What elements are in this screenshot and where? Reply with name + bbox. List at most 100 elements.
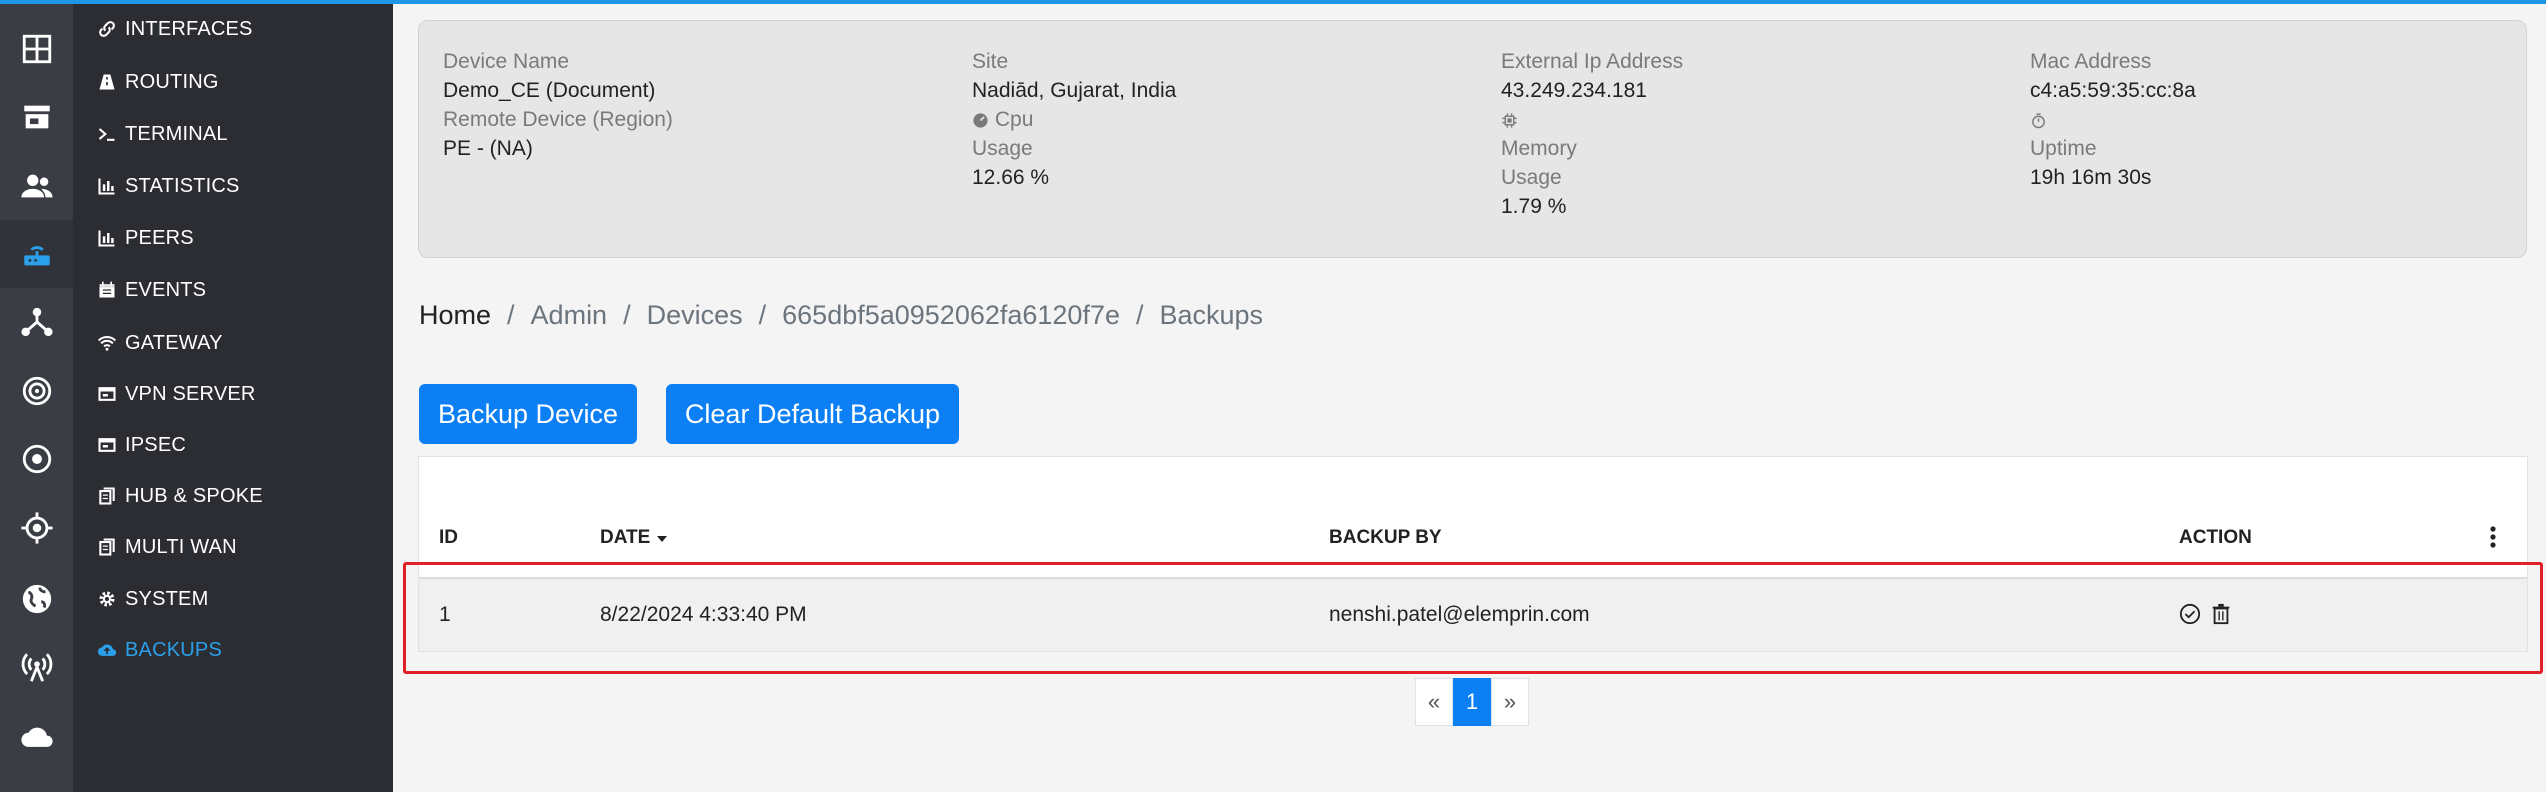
antenna-icon[interactable] bbox=[0, 633, 73, 701]
sidebar-item-label: INTERFACES bbox=[125, 17, 253, 40]
sidebar-item-label: GATEWAY bbox=[125, 331, 223, 354]
sort-desc-icon bbox=[656, 535, 667, 542]
column-header-id: ID bbox=[439, 527, 458, 548]
speedometer-icon bbox=[973, 113, 988, 128]
memory-usage-value: 1.79 % bbox=[1501, 195, 1567, 218]
device-name-value: Demo_CE (Document) bbox=[443, 79, 656, 102]
site-column: Site Nadiād, Gujarat, India Cpu Usage 12… bbox=[972, 47, 1492, 192]
sidebar-item-hub-spoke[interactable]: HUB & SPOKE bbox=[97, 476, 263, 516]
cpu-label: Cpu bbox=[994, 108, 1034, 131]
backup-device-button[interactable]: Backup Device bbox=[419, 384, 637, 444]
sidebar-item-ipsec[interactable]: IPSEC bbox=[97, 425, 186, 465]
sidebar-item-multi-wan[interactable]: MULTI WAN bbox=[97, 527, 237, 567]
pagination-prev[interactable]: « bbox=[1415, 678, 1453, 726]
external-ip-value: 43.249.234.181 bbox=[1501, 79, 1647, 102]
globe-icon[interactable] bbox=[0, 565, 73, 633]
sidebar-item-label: PEERS bbox=[125, 226, 194, 249]
crosshair-icon[interactable] bbox=[0, 494, 73, 562]
link-icon bbox=[99, 21, 115, 37]
terminal-icon bbox=[98, 128, 115, 141]
sidebar-item-label: IPSEC bbox=[125, 433, 187, 456]
external-ip-label: External Ip Address bbox=[1501, 50, 1684, 73]
main-content: Device Name Demo_CE (Document) Remote De… bbox=[393, 0, 2546, 792]
copy-icon bbox=[99, 487, 115, 505]
sidebar-item-statistics[interactable]: STATISTICS bbox=[97, 166, 240, 206]
column-header-date[interactable]: DATE bbox=[600, 527, 668, 549]
calendar-icon bbox=[99, 281, 115, 298]
chart-icon bbox=[98, 178, 115, 195]
top-accent-bar bbox=[0, 0, 2546, 4]
breadcrumb-devices[interactable]: Devices bbox=[647, 300, 743, 331]
breadcrumb-device-id[interactable]: 665dbf5a0952062fa6120f7e bbox=[782, 300, 1120, 331]
column-menu-icon[interactable] bbox=[2489, 525, 2497, 554]
sidebar-item-label: TERMINAL bbox=[125, 122, 228, 145]
clear-default-backup-button[interactable]: Clear Default Backup bbox=[666, 384, 959, 444]
sidebar-item-gateway[interactable]: GATEWAY bbox=[97, 323, 223, 363]
cloud-upload-icon bbox=[97, 644, 117, 656]
breadcrumb-separator: / bbox=[1135, 300, 1144, 330]
remote-device-value: PE - (NA) bbox=[443, 137, 533, 160]
sidebar-item-label: STATISTICS bbox=[125, 174, 240, 197]
sidebar-item-system[interactable]: SYSTEM bbox=[97, 579, 208, 619]
memory-icon-row bbox=[1501, 105, 2021, 134]
sidebar-item-label: SYSTEM bbox=[125, 587, 209, 610]
window-icon bbox=[98, 387, 116, 401]
breadcrumb: Home / Admin / Devices / 665dbf5a0952062… bbox=[419, 300, 1263, 331]
dashboard-icon[interactable] bbox=[0, 15, 73, 83]
breadcrumb-separator: / bbox=[758, 300, 767, 330]
mac-label: Mac Address bbox=[2030, 50, 2152, 73]
cpu-label-row: Cpu bbox=[972, 105, 1492, 134]
sidebar-item-label: HUB & SPOKE bbox=[125, 484, 263, 507]
sidebar-item-label: EVENTS bbox=[125, 278, 207, 301]
column-header-action: ACTION bbox=[2179, 527, 2252, 548]
device-submenu: INTERFACES ROUTING TERMINAL STATISTICS P… bbox=[73, 0, 393, 792]
uptime-label: Uptime bbox=[2030, 137, 2097, 160]
cpu-usage-value: 12.66 % bbox=[972, 166, 1050, 189]
column-header-date-label: DATE bbox=[600, 527, 651, 548]
pagination-page-1[interactable]: 1 bbox=[1453, 678, 1491, 726]
remote-device-label: Remote Device (Region) bbox=[443, 108, 673, 131]
sidebar-item-terminal[interactable]: TERMINAL bbox=[97, 114, 228, 154]
sidebar-item-interfaces[interactable]: INTERFACES bbox=[97, 9, 253, 49]
device-name-label: Device Name bbox=[443, 50, 570, 73]
mac-column: Mac Address c4:a5:59:35:cc:8a Uptime 19h… bbox=[2030, 47, 2546, 192]
sidebar-item-events[interactable]: EVENTS bbox=[97, 270, 206, 310]
icon-rail bbox=[0, 0, 73, 792]
site-value: Nadiād, Gujarat, India bbox=[972, 79, 1177, 102]
sidebar-item-label: BACKUPS bbox=[125, 638, 222, 661]
radar-icon[interactable] bbox=[0, 357, 73, 425]
column-header-backup-by: BACKUP BY bbox=[1329, 527, 1442, 548]
site-label: Site bbox=[972, 50, 1009, 73]
copy-icon bbox=[99, 538, 115, 556]
breadcrumb-separator: / bbox=[507, 300, 515, 330]
pagination-next[interactable]: » bbox=[1491, 678, 1529, 726]
sidebar-item-label: MULTI WAN bbox=[125, 535, 237, 558]
store-icon[interactable] bbox=[0, 83, 73, 151]
sidebar-item-peers[interactable]: PEERS bbox=[97, 218, 194, 258]
cpu-usage-label: Usage bbox=[972, 137, 1033, 160]
stopwatch-icon bbox=[2032, 113, 2045, 129]
chip-icon bbox=[1502, 113, 1517, 128]
external-ip-column: External Ip Address 43.249.234.181 Memor… bbox=[1501, 47, 2021, 221]
sidebar-item-vpn-server[interactable]: VPN SERVER bbox=[97, 374, 256, 414]
topology-icon[interactable] bbox=[0, 288, 73, 356]
wifi-icon bbox=[97, 336, 117, 351]
memory-usage-label: Usage bbox=[1501, 166, 1562, 189]
gear-icon bbox=[99, 591, 115, 607]
breadcrumb-home[interactable]: Home bbox=[419, 300, 491, 331]
target-icon[interactable] bbox=[0, 425, 73, 493]
device-info-card: Device Name Demo_CE (Document) Remote De… bbox=[418, 20, 2527, 258]
router-icon[interactable] bbox=[0, 220, 73, 288]
memory-label: Memory bbox=[1501, 137, 1577, 160]
users-icon[interactable] bbox=[0, 152, 73, 220]
device-name-column: Device Name Demo_CE (Document) Remote De… bbox=[443, 47, 963, 163]
sidebar-item-routing[interactable]: ROUTING bbox=[97, 62, 219, 102]
chart-icon bbox=[98, 230, 115, 247]
row-highlight-box bbox=[403, 562, 2543, 674]
breadcrumb-current: Backups bbox=[1159, 300, 1264, 330]
breadcrumb-admin[interactable]: Admin bbox=[531, 300, 608, 331]
mac-value: c4:a5:59:35:cc:8a bbox=[2030, 79, 2196, 102]
pagination: « 1 » bbox=[1415, 678, 1529, 726]
cloud-icon[interactable] bbox=[0, 703, 73, 771]
sidebar-item-backups[interactable]: BACKUPS bbox=[97, 630, 222, 670]
